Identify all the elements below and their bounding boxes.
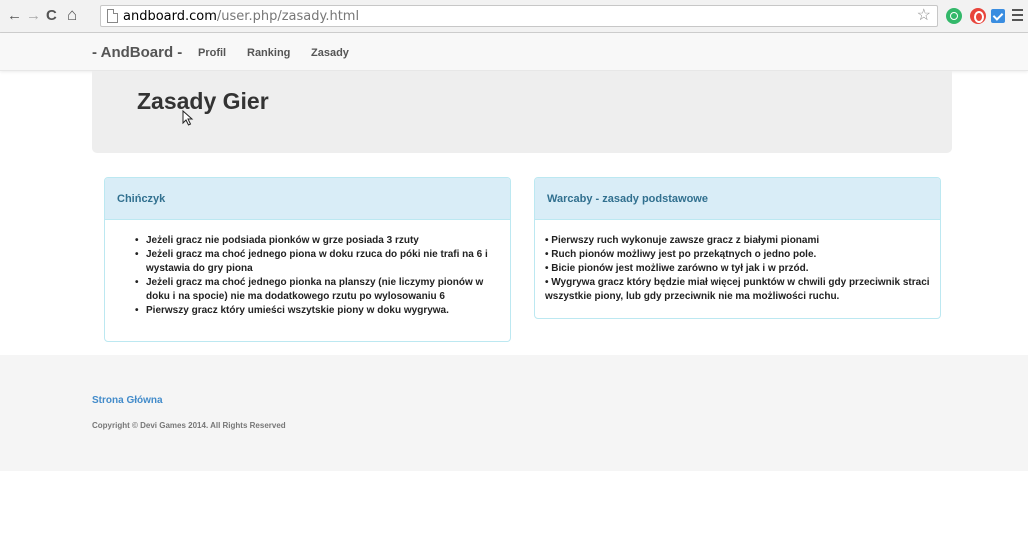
nav-link-ranking[interactable]: Ranking <box>247 47 290 59</box>
footer: Strona Główna Copyright © Devi Games 201… <box>0 355 1028 471</box>
forward-button[interactable]: → <box>26 7 41 25</box>
rules-list: Jeżeli gracz nie podsiada pionków w grze… <box>105 220 510 318</box>
rule-line: • Bicie pionów jest możliwe zarówno w ty… <box>545 263 809 274</box>
jumbotron: Zasady Gier <box>92 71 952 153</box>
url-path: /user.php/zasady.html <box>216 9 360 24</box>
panel-body: • Pierwszy ruch wykonuje zawsze gracz z … <box>535 220 940 304</box>
panel-heading: Warcaby - zasady podstawowe <box>535 178 940 220</box>
page-title: Zasady Gier <box>137 88 269 114</box>
rule-line: • Pierwszy ruch wykonuje zawsze gracz z … <box>545 235 820 246</box>
opera-extension-icon[interactable] <box>970 8 986 24</box>
list-item: Jeżeli gracz ma choć jednego piona w dok… <box>135 248 496 276</box>
back-button[interactable]: ← <box>7 7 22 25</box>
nav-link-zasady[interactable]: Zasady <box>311 47 349 59</box>
checkbox-extension-icon[interactable] <box>991 9 1005 23</box>
brand-link[interactable]: - AndBoard - <box>92 44 182 61</box>
browser-menu-icon[interactable] <box>1012 9 1023 21</box>
panel-chinczyk: Chińczyk Jeżeli gracz nie podsiada pionk… <box>104 177 511 342</box>
site-navbar: - AndBoard - Profil Ranking Zasady <box>0 33 1028 71</box>
panel-body: Jeżeli gracz nie podsiada pionków w grze… <box>105 220 510 318</box>
mouse-cursor-icon <box>182 110 194 126</box>
home-button[interactable]: ⌂ <box>67 6 77 24</box>
list-item: Pierwszy gracz który umieści wszytskie p… <box>135 304 496 318</box>
panel-heading: Chińczyk <box>105 178 510 220</box>
address-bar[interactable]: andboard.com/user.php/zasady.html ☆ <box>100 5 938 27</box>
list-item: Jeżeli gracz ma choć jednego pionka na p… <box>135 276 496 304</box>
url-text: andboard.com/user.php/zasady.html <box>123 9 359 24</box>
rule-line: • Wygrywa gracz który będzie miał więcej… <box>545 277 930 302</box>
rule-line: • Ruch pionów możliwy jest po przekątnyc… <box>545 249 817 260</box>
page-icon <box>107 9 118 23</box>
nav-link-profil[interactable]: Profil <box>198 47 226 59</box>
bookmark-star-icon[interactable]: ☆ <box>917 7 931 25</box>
panel-warcaby: Warcaby - zasady podstawowe • Pierwszy r… <box>534 177 941 319</box>
copyright-text: Copyright © Devi Games 2014. All Rights … <box>92 421 286 430</box>
green-extension-icon[interactable] <box>946 8 962 24</box>
browser-toolbar: ← → C ⌂ andboard.com/user.php/zasady.htm… <box>0 0 1028 33</box>
home-page-link[interactable]: Strona Główna <box>92 395 163 406</box>
reload-button[interactable]: C <box>46 7 57 25</box>
url-host: andboard.com <box>123 9 217 24</box>
list-item: Jeżeli gracz nie podsiada pionków w grze… <box>135 234 496 248</box>
